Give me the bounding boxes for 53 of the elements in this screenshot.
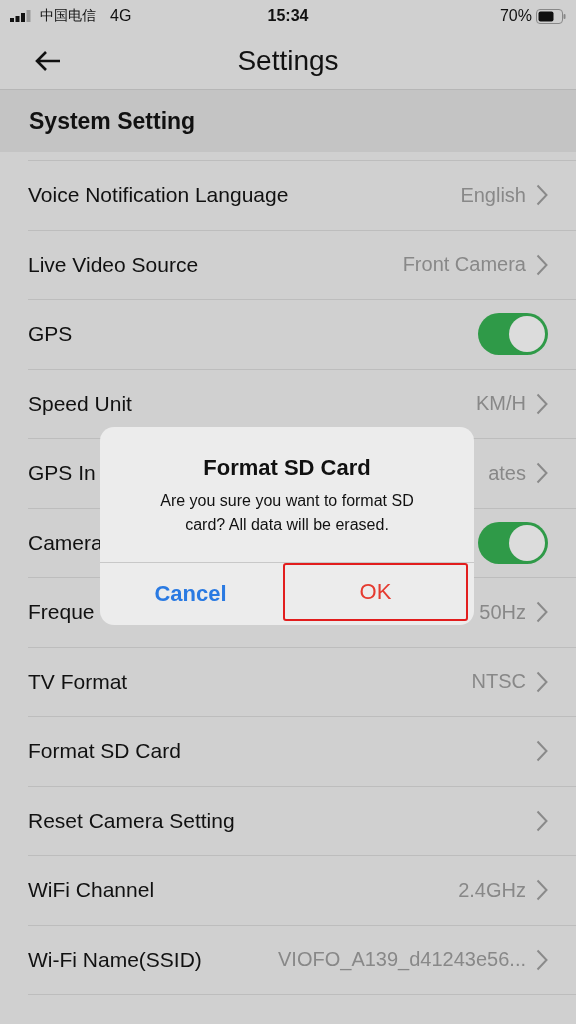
row-value: English — [460, 183, 526, 207]
row-value: 50Hz — [479, 600, 526, 624]
settings-row[interactable]: Reset Camera Setting — [28, 785, 576, 855]
chevron-icon — [536, 948, 548, 971]
settings-row[interactable]: Format SD Card — [28, 716, 576, 786]
chevron-icon — [536, 392, 548, 415]
dialog-title: Format SD Card — [203, 455, 371, 481]
chevron-icon — [536, 879, 548, 902]
chevron-icon — [536, 809, 548, 832]
settings-row[interactable]: TV Format NTSC — [28, 646, 576, 716]
back-arrow-icon[interactable] — [34, 49, 62, 72]
page-title: Settings — [237, 44, 339, 77]
row-value: Front Camera — [402, 253, 526, 277]
row-label: Live Video Source — [28, 252, 199, 277]
row-value: KM/H — [476, 392, 526, 416]
settings-row[interactable]: Wi-Fi Name(SSID) VIOFO_A139_d41243e56... — [28, 924, 576, 994]
carrier-name: 中国电信 — [40, 7, 96, 25]
settings-row[interactable]: GPS — [28, 299, 576, 369]
row-label: Voice Notification Language — [28, 183, 289, 208]
network-type: 4G — [110, 7, 132, 25]
dialog-button[interactable]: Cancel — [100, 563, 281, 625]
row-label: Reset Camera Setting — [28, 808, 235, 833]
row-label: GPS — [28, 322, 73, 347]
row-label: TV Format — [28, 669, 128, 694]
row-label: Wi-Fi Name(SSID) — [28, 947, 202, 972]
signal-icon — [10, 10, 32, 22]
chevron-icon — [536, 601, 548, 624]
row-label: Format SD Card — [28, 739, 181, 764]
row-label: WiFi Channel — [28, 878, 155, 903]
dialog-button[interactable]: OK — [283, 563, 468, 621]
row-label: Freque — [28, 600, 95, 625]
row-value: ates — [488, 461, 526, 485]
row-value: VIOFO_A139_d41243e56... — [278, 948, 526, 972]
row-value: 2.4GHz — [458, 878, 526, 902]
chevron-icon — [536, 740, 548, 763]
settings-row[interactable]: WiFi Channel 2.4GHz — [28, 855, 576, 925]
row-value: NTSC — [471, 670, 526, 694]
row-label: GPS In — [28, 461, 96, 486]
settings-row[interactable]: Live Video Source Front Camera — [28, 229, 576, 299]
toggle-switch[interactable] — [478, 313, 548, 356]
chevron-icon — [536, 670, 548, 693]
battery-icon — [536, 8, 566, 24]
battery-percent: 70% — [499, 7, 532, 25]
row-label: Camera — [28, 530, 103, 555]
chevron-icon — [536, 184, 548, 207]
toggle-switch[interactable] — [478, 521, 548, 564]
chevron-icon — [536, 253, 548, 276]
status-time: 15:34 — [267, 7, 309, 25]
section-title: System Setting — [29, 107, 196, 135]
settings-row[interactable]: Voice Notification Language English — [28, 160, 576, 230]
row-label: Speed Unit — [28, 391, 132, 416]
dialog-message: Are you sure you want to format SD card? All data will be erased. — [159, 491, 415, 535]
chevron-icon — [536, 462, 548, 485]
